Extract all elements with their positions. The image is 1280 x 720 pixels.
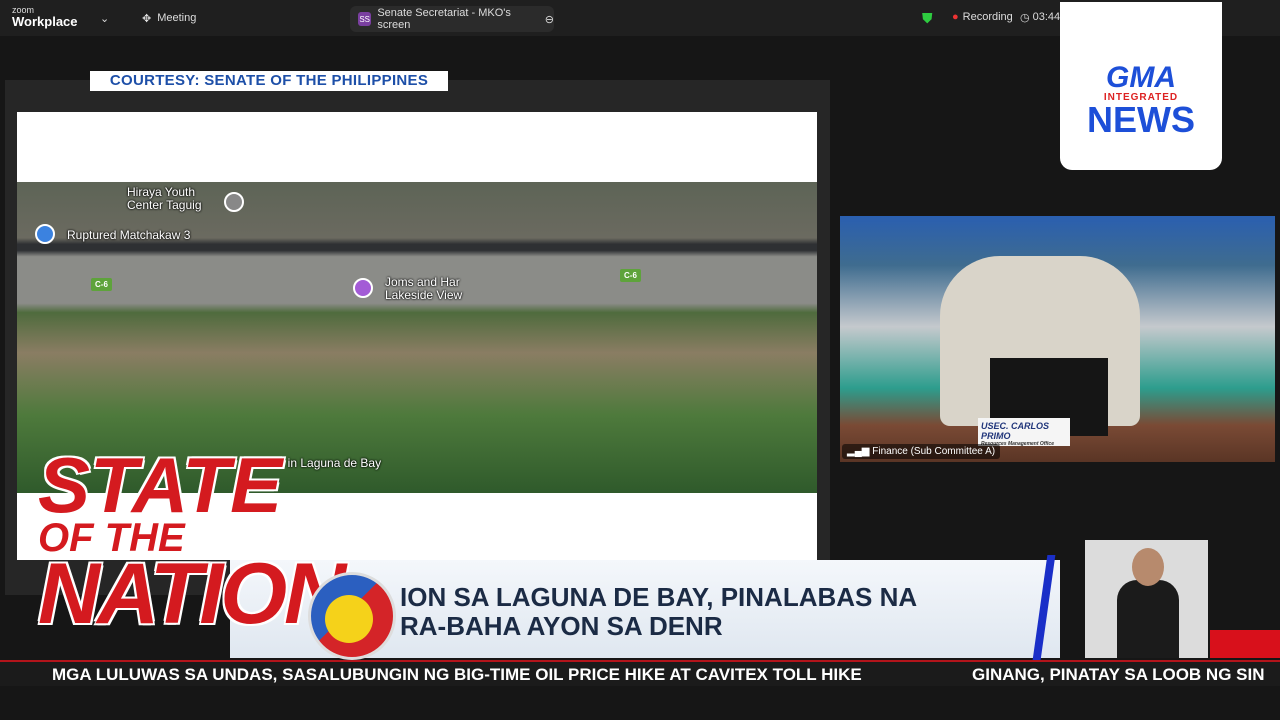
brand: Workplace	[12, 14, 78, 29]
sign-language-interpreter	[1085, 540, 1208, 658]
logo-line: NATION	[38, 546, 346, 643]
shop-pin-icon[interactable]	[35, 224, 55, 244]
philippine-sun-icon	[308, 572, 396, 660]
ticker-item: GINANG, PINATAY SA LOOB NG SIN	[972, 665, 1265, 684]
more-icon[interactable]: ⊖	[545, 13, 554, 26]
courtesy-label: COURTESY: SENATE OF THE PHILIPPINES	[90, 71, 448, 91]
camera-pin-icon[interactable]	[353, 278, 373, 298]
share-tab-label: Senate Secretariat - MKO's screen	[377, 7, 511, 31]
gma-logo: GMA INTEGRATED NEWS	[1060, 2, 1222, 170]
signal-icon: ▂▄▆	[847, 446, 873, 457]
participant-name: Finance (Sub Committee A)	[872, 446, 996, 457]
timer-value: 03:44	[1032, 11, 1061, 23]
shield-check-icon: ⛊	[922, 10, 933, 26]
avatar: SS	[358, 12, 372, 26]
state-of-the-nation-logo: STATE OF THE NATION	[38, 441, 346, 675]
road-label: C-6	[91, 278, 112, 291]
clock-icon: ◷	[1020, 12, 1030, 24]
recording-indicator[interactable]: ● Recording	[952, 11, 1013, 23]
nameplate-name: USEC. CARLOS PRIMO	[981, 421, 1050, 441]
road-label: C-6	[620, 269, 641, 282]
logo-line: STATE	[38, 441, 283, 529]
logo-text: NEWS	[1087, 99, 1195, 140]
map-label: Joms and Har Lakeside View	[385, 275, 463, 302]
logo-text: GMA	[1106, 61, 1176, 94]
recording-label: Recording	[962, 11, 1013, 23]
map-label: Ruptured Matchakaw 3	[67, 228, 191, 242]
zoom-logo: zoom Workplace	[12, 5, 78, 29]
map-label: Hiraya Youth Center Taguig	[127, 185, 202, 212]
people-icon: ✥	[142, 13, 152, 25]
chevron-down-icon[interactable]: ⌄	[100, 12, 109, 25]
nameplate: USEC. CARLOS PRIMO Resources Management O…	[978, 418, 1070, 447]
headline-line1: ION SA LAGUNA DE BAY, PINALABAS NA	[400, 582, 918, 612]
timer: ◷ 03:44	[1020, 11, 1060, 24]
participant-label: ▂▄▆ Finance (Sub Committee A)	[842, 444, 1001, 459]
meeting-label: Meeting	[157, 12, 197, 24]
record-dot-icon: ●	[952, 11, 959, 23]
headline-line2: RA-BAHA AYON SA DENR	[400, 611, 723, 641]
location-pin-icon[interactable]	[224, 192, 244, 212]
share-tab[interactable]: SS Senate Secretariat - MKO's screen ⊖	[350, 6, 554, 32]
meeting-button[interactable]: ✥ Meeting	[142, 12, 196, 25]
red-accent-block	[1210, 630, 1280, 658]
